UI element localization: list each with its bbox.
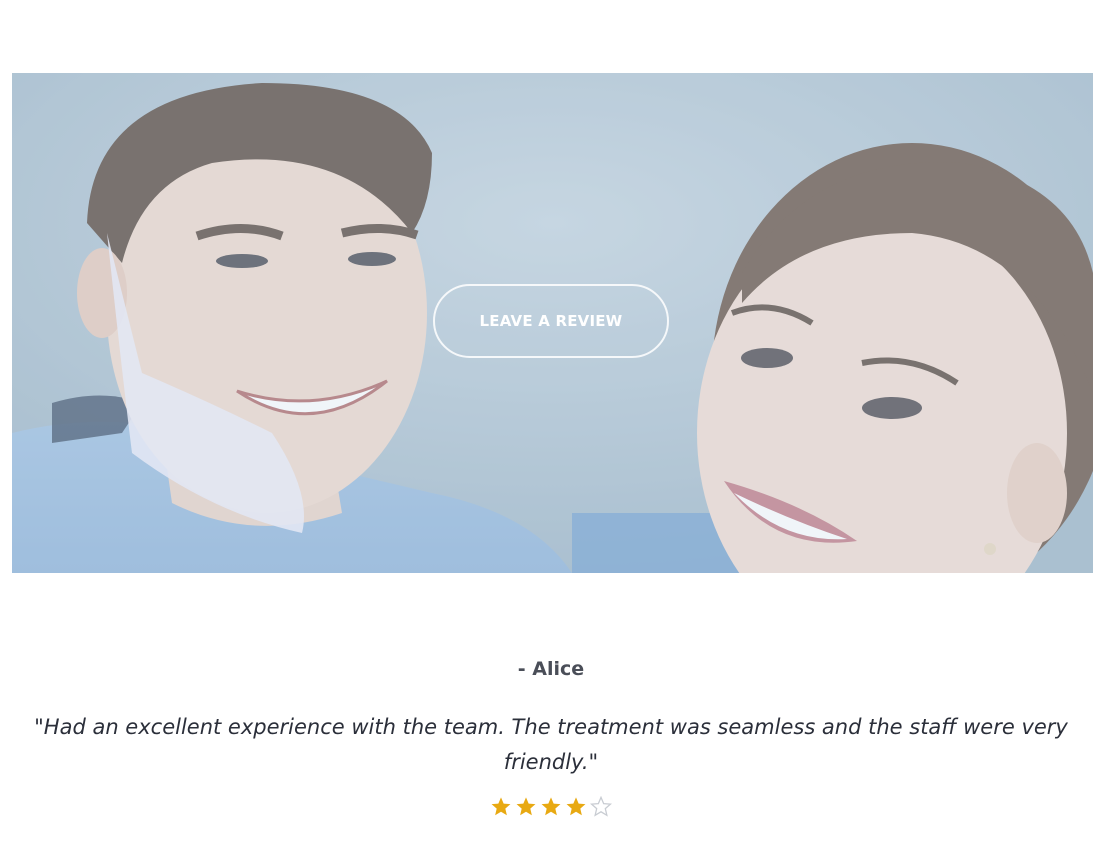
testimonial-quote: "Had an excellent experience with the te… bbox=[0, 710, 1102, 780]
star-filled-icon bbox=[566, 797, 586, 816]
star-empty-icon bbox=[590, 796, 612, 817]
star-rating bbox=[0, 796, 1102, 818]
testimonial-author: - Alice bbox=[517, 658, 585, 680]
testimonial-quote-line-1: "Had an excellent experience with the te… bbox=[34, 715, 1068, 739]
star-filled-icon bbox=[516, 797, 536, 816]
leave-review-button[interactable]: LEAVE A REVIEW bbox=[433, 284, 669, 358]
page: LEAVE A REVIEW - Alice "Had an excellent… bbox=[0, 0, 1102, 854]
star-filled-icon bbox=[541, 797, 561, 816]
testimonial-quote-line-2: friendly." bbox=[503, 750, 599, 774]
star-filled-icon bbox=[491, 797, 511, 816]
hero-banner: LEAVE A REVIEW bbox=[12, 73, 1093, 573]
